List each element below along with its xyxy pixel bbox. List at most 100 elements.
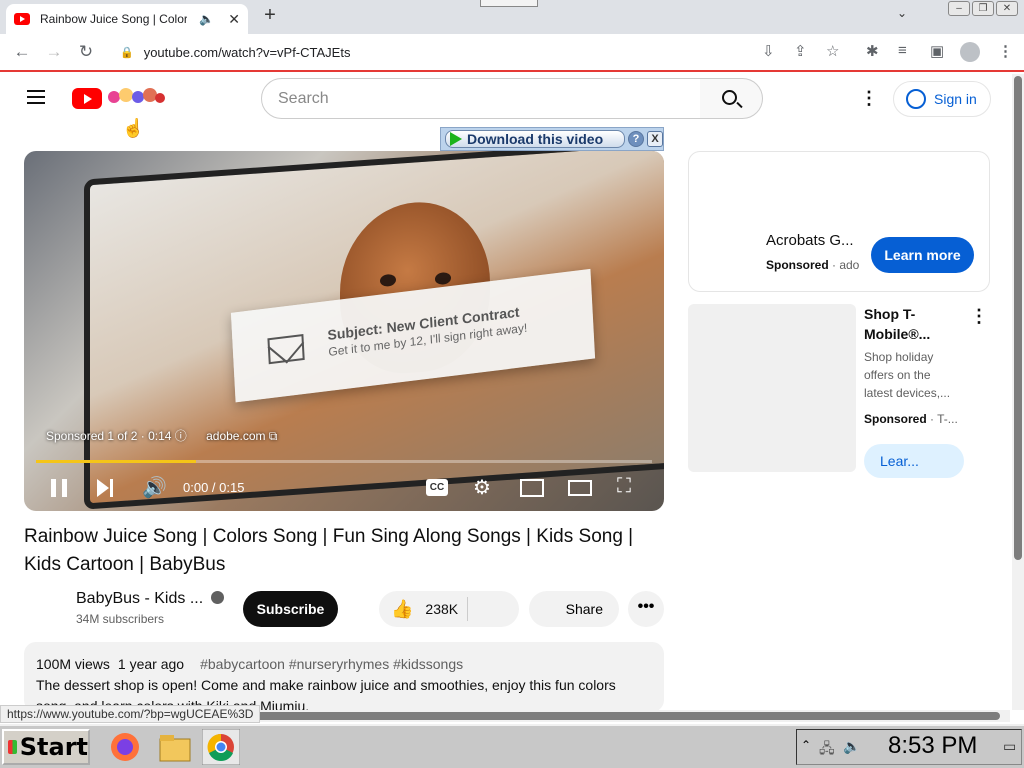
tab-search-chevron-icon[interactable]: ⌄ (897, 6, 907, 20)
ad-thumbnail[interactable] (688, 304, 856, 472)
bookmark-star-icon[interactable]: ☆ (826, 42, 839, 60)
pause-icon[interactable] (51, 479, 67, 497)
profile-avatar[interactable] (960, 42, 980, 62)
youtube-logo[interactable] (72, 88, 102, 109)
search-button[interactable] (700, 78, 763, 119)
player-controls: 🔊 0:00 / 0:15 CC ⚙ ⛶ (24, 467, 664, 507)
subscriber-count: 34M subscribers (76, 612, 165, 626)
time-display: 0:00 / 0:15 (183, 480, 245, 495)
side-panel-icon[interactable]: ▣ (930, 42, 944, 60)
close-tab-icon[interactable]: ✕ (228, 11, 240, 28)
video-player[interactable]: Subject: New Client Contract Get it to m… (24, 151, 664, 511)
start-button[interactable]: Start (2, 729, 90, 765)
description-box[interactable]: 100M views 1 year ago #babycartoon #nurser… (24, 642, 664, 712)
more-actions-button[interactable]: ••• (628, 591, 664, 627)
view-count: 100M views (36, 656, 110, 672)
restore-button[interactable]: ❐ (972, 1, 994, 16)
youtube-favicon-icon (14, 13, 30, 25)
close-window-button[interactable]: ✕ (996, 1, 1018, 16)
taskbar-clock[interactable]: 8:53 PM (888, 732, 977, 760)
sidebar-ad-card[interactable]: Acrobats G... Sponsored · ado Learn more (688, 151, 990, 292)
learn-more-button[interactable]: Learn more (871, 237, 974, 273)
hashtags[interactable]: #babycartoon #nurseryrhymes #kidssongs (200, 656, 463, 672)
tab-strip: Rainbow Juice Song | Colors Song 🔈 ✕ + ⌄… (0, 0, 1024, 34)
theater-mode-icon[interactable] (568, 480, 592, 496)
hamburger-menu-icon[interactable] (27, 90, 45, 104)
scrollbar-thumb[interactable] (250, 712, 1000, 720)
like-count[interactable]: 238K (425, 601, 458, 617)
sponsored-label: Sponsored (864, 412, 927, 426)
speaker-icon[interactable]: 🔈 (843, 738, 860, 755)
install-icon[interactable]: ⇩ (762, 42, 775, 60)
ad-title[interactable]: Shop T-Mobile®... (864, 304, 934, 344)
description-meta: 100M views 1 year ago #babycartoon #nurser… (36, 654, 652, 675)
browser-tab[interactable]: Rainbow Juice Song | Colors Song 🔈 ✕ (6, 4, 248, 34)
vertical-scrollbar[interactable] (1012, 74, 1024, 710)
subscribe-button[interactable]: Subscribe (243, 591, 338, 627)
like-divider (467, 597, 468, 621)
share-page-icon[interactable]: ⇪ (794, 42, 807, 60)
firefox-icon[interactable] (106, 729, 144, 765)
ad-video-frame: Subject: New Client Contract Get it to m… (84, 151, 664, 510)
settings-gear-icon[interactable]: ⚙ (473, 475, 491, 500)
ad-label[interactable]: Sponsored 1 of 2 · 0:14 ⓘ (46, 429, 187, 443)
start-label: Start (19, 733, 88, 761)
media-controls-icon[interactable]: ≡ (898, 42, 907, 59)
learn-more-button[interactable]: Lear... (864, 444, 964, 478)
forward-arrow-icon[interactable]: → (43, 42, 65, 62)
status-bar-url: https://www.youtube.com/?bp=wgUCEAE%3D (0, 705, 261, 723)
ad-menu-icon[interactable]: ⋮ (970, 306, 988, 327)
fullscreen-icon[interactable]: ⛶ (617, 475, 631, 498)
download-close-button[interactable]: X (647, 131, 663, 147)
next-icon[interactable] (97, 479, 113, 497)
like-thumb-icon[interactable]: 👍 (391, 599, 413, 620)
progress-fill (36, 460, 197, 463)
verified-icon (211, 591, 225, 604)
scrollbar-thumb[interactable] (1014, 76, 1022, 560)
network-icon[interactable]: 🖧 (819, 738, 835, 762)
hand-cursor-icon: ☝ (122, 118, 145, 138)
download-label: Download this video (467, 131, 604, 147)
search-input[interactable]: Search (261, 78, 701, 119)
browser-menu-icon[interactable]: ⋮ (998, 42, 1013, 60)
download-video-button[interactable]: Download this video (445, 130, 625, 148)
volume-icon[interactable]: 🔊 (142, 475, 167, 500)
channel-name[interactable]: BabyBus - Kids ... (76, 590, 225, 608)
show-desktop-icon[interactable]: ▭ (1003, 738, 1016, 755)
sign-in-label: Sign in (934, 91, 977, 107)
captions-button[interactable]: CC (426, 479, 448, 496)
tray-expand-icon[interactable]: ⌃ (801, 738, 811, 752)
search-icon (722, 90, 737, 105)
address-bar[interactable]: 🔒 youtube.com/watch?v=vPf-CTAJEts (110, 38, 856, 66)
extensions-icon[interactable]: ✱ (866, 42, 879, 60)
window-grip (480, 0, 538, 7)
minimize-button[interactable]: – (948, 1, 970, 16)
sign-in-button[interactable]: Sign in (893, 81, 991, 117)
tab-title: Rainbow Juice Song | Colors Song (40, 12, 188, 26)
ad-sponsored: Sponsored · T-... (864, 412, 958, 426)
lock-icon[interactable]: 🔒 (120, 46, 134, 59)
windows-flag-icon (8, 740, 17, 754)
ad-title: Acrobats G... (766, 232, 854, 249)
miniplayer-icon[interactable] (520, 479, 544, 497)
download-help-button[interactable]: ? (628, 131, 644, 147)
new-tab-button[interactable]: + (258, 4, 282, 27)
reload-icon[interactable]: ↻ (75, 42, 97, 62)
video-title: Rainbow Juice Song | Colors Song | Fun S… (24, 526, 634, 575)
back-arrow-icon[interactable]: ← (11, 42, 33, 62)
audio-playing-icon[interactable]: 🔈 (199, 12, 214, 26)
chrome-icon[interactable] (202, 729, 240, 765)
ad-info: Sponsored 1 of 2 · 0:14 ⓘ adobe.com ⧉ (46, 427, 277, 444)
taskbar: Start ⌃ 🖧 🔈 ▭ (0, 724, 1024, 768)
share-button[interactable]: Share (529, 591, 619, 627)
file-explorer-icon[interactable] (156, 729, 194, 765)
ad-domain-link[interactable]: adobe.com ⧉ (206, 429, 277, 443)
upload-age: 1 year ago (117, 656, 185, 672)
url-text: youtube.com/watch?v=vPf-CTAJEts (143, 44, 351, 60)
youtube-kids-doodle[interactable] (106, 85, 166, 109)
progress-bar[interactable] (36, 460, 652, 463)
advertiser-name: · ado (828, 258, 860, 272)
ad-sponsored: Sponsored · ado (766, 258, 859, 272)
settings-more-icon[interactable]: ⋮ (860, 88, 878, 109)
account-icon (906, 89, 926, 109)
